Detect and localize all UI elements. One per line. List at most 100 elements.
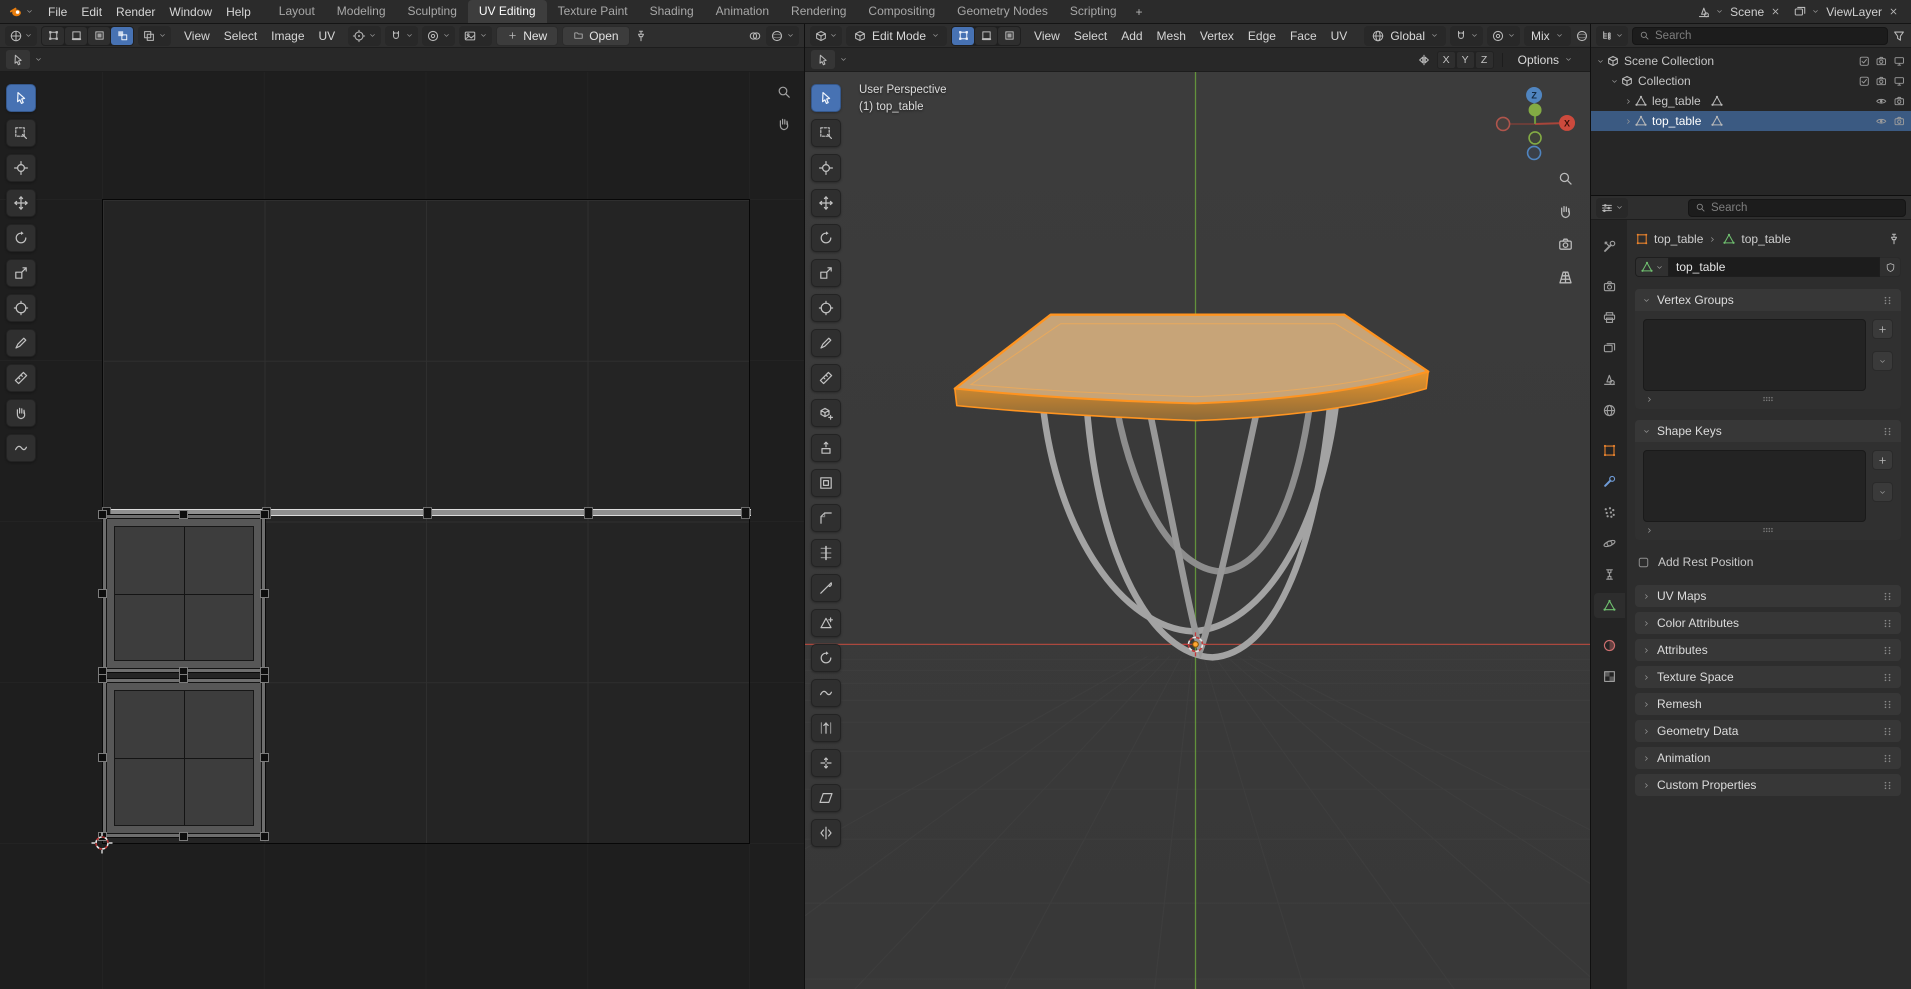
vp-active-tool-button[interactable] <box>811 50 835 69</box>
menu-render[interactable]: Render <box>109 0 162 24</box>
outliner-filter-button[interactable] <box>1892 29 1906 43</box>
menu-help[interactable]: Help <box>219 0 258 24</box>
pan-icon[interactable] <box>776 116 792 132</box>
add-vertex-group-button[interactable] <box>1872 319 1893 339</box>
viewlayer-name[interactable]: ViewLayer <box>1826 5 1882 19</box>
panel-color-attributes-header[interactable]: Color Attributes <box>1635 612 1901 634</box>
list-filter-toggle[interactable] <box>1645 526 1654 535</box>
workspace-tab-compositing[interactable]: Compositing <box>857 0 946 23</box>
drag-grip-icon[interactable] <box>1881 671 1894 684</box>
drag-grip-icon[interactable] <box>1881 590 1894 603</box>
sticky-selection-dropdown[interactable] <box>138 25 171 46</box>
drag-grip-icon[interactable] <box>1881 698 1894 711</box>
disable-render-icon[interactable] <box>1875 75 1888 88</box>
vp-face-select-button[interactable] <box>998 26 1021 45</box>
list-resize-grip[interactable] <box>1761 392 1775 406</box>
falloff-dropdown[interactable]: Mix <box>1524 25 1571 46</box>
panel-geometry-data-header[interactable]: Geometry Data <box>1635 720 1901 742</box>
outliner-row-leg-table[interactable]: leg_table <box>1591 91 1911 111</box>
mode-selector-dropdown[interactable]: Edit Mode <box>846 25 948 46</box>
uv-active-tool-button[interactable] <box>6 50 30 69</box>
vp-menu-mesh[interactable]: Mesh <box>1150 24 1193 47</box>
panel-texture-space-header[interactable]: Texture Space <box>1635 666 1901 688</box>
properties-tab-output[interactable] <box>1594 305 1625 330</box>
list-filter-toggle[interactable] <box>1645 395 1654 404</box>
table-top-selected[interactable] <box>953 313 1430 422</box>
properties-tab-modifiers[interactable] <box>1594 469 1625 494</box>
uv-selected-vertex[interactable] <box>423 507 432 519</box>
drag-grip-icon[interactable] <box>1881 425 1894 438</box>
uv-corner-handle[interactable] <box>179 832 188 841</box>
table-legs[interactable] <box>1039 398 1340 661</box>
gizmo-y-axis[interactable] <box>1528 103 1542 117</box>
uv-corner-handle[interactable] <box>98 588 107 598</box>
uv-corner-handle[interactable] <box>98 674 107 683</box>
show-overlays-button[interactable] <box>748 29 762 43</box>
vp-tool-move[interactable] <box>811 189 841 217</box>
outliner-item-label[interactable]: top_table <box>1652 114 1701 128</box>
vp-menu-add[interactable]: Add <box>1114 24 1149 47</box>
uv-island[interactable] <box>98 674 269 841</box>
proportional-editing-dropdown[interactable] <box>1487 25 1520 46</box>
uv-tool-measure[interactable] <box>6 364 36 392</box>
outliner-row-top-table[interactable]: top_table <box>1591 111 1911 131</box>
vp-vertex-select-button[interactable] <box>952 26 975 45</box>
blender-app-menu-button[interactable] <box>4 5 39 19</box>
properties-tab-tool[interactable] <box>1594 234 1625 259</box>
exclude-checkbox-icon[interactable] <box>1858 55 1871 68</box>
uv-tool-settings-dropdown[interactable] <box>34 55 43 64</box>
snap-dropdown[interactable] <box>1450 25 1483 46</box>
vp-tool-transform[interactable] <box>811 294 841 322</box>
properties-tab-view-layer[interactable] <box>1594 336 1625 361</box>
vp-menu-face[interactable]: Face <box>1283 24 1324 47</box>
workspace-tab-uv-editing[interactable]: UV Editing <box>467 0 547 23</box>
uv-selected-vertex[interactable] <box>741 507 750 519</box>
properties-tab-material[interactable] <box>1594 633 1625 658</box>
browse-image-dropdown[interactable] <box>459 25 493 46</box>
properties-tab-data[interactable] <box>1593 593 1625 618</box>
uv-tool-annotate[interactable] <box>6 329 36 357</box>
add-rest-position-checkbox[interactable] <box>1637 556 1650 569</box>
zoom-icon[interactable] <box>776 84 792 100</box>
vertex-groups-list[interactable] <box>1643 319 1866 391</box>
breadcrumb-data[interactable]: top_table <box>1741 232 1790 246</box>
properties-search-input[interactable]: Search <box>1688 198 1906 217</box>
mirror-y-toggle[interactable]: Y <box>1456 51 1474 68</box>
viewport-editor-type-button[interactable] <box>810 25 842 46</box>
disable-render-icon[interactable] <box>1893 95 1906 108</box>
vp-tool-measure[interactable] <box>811 364 841 392</box>
drag-grip-icon[interactable] <box>1881 617 1894 630</box>
vp-tool-tweak[interactable] <box>811 84 841 112</box>
vp-tool-select-box[interactable] <box>811 119 841 147</box>
chevron-down-icon[interactable] <box>1596 57 1605 66</box>
properties-editor-type-button[interactable] <box>1596 197 1628 218</box>
mirror-z-toggle[interactable]: Z <box>1475 51 1493 68</box>
vp-tool-poly-build[interactable] <box>811 609 841 637</box>
hide-viewport-icon[interactable] <box>1875 95 1888 108</box>
uv-island-select-button[interactable] <box>111 26 133 45</box>
properties-tab-world[interactable] <box>1594 398 1625 423</box>
vp-tool-scale[interactable] <box>811 259 841 287</box>
workspace-tab-scripting[interactable]: Scripting <box>1059 0 1128 23</box>
remove-viewlayer-icon[interactable] <box>1888 6 1899 17</box>
uv-face-select-button[interactable] <box>88 26 110 45</box>
drag-grip-icon[interactable] <box>1881 752 1894 765</box>
uv-menu-select[interactable]: Select <box>217 24 264 47</box>
vp-menu-view[interactable]: View <box>1027 24 1067 47</box>
list-resize-grip[interactable] <box>1761 523 1775 537</box>
panel-uv-maps-header[interactable]: UV Maps <box>1635 585 1901 607</box>
drag-grip-icon[interactable] <box>1881 779 1894 792</box>
uv-menu-image[interactable]: Image <box>264 24 311 47</box>
panel-vertex-groups-header[interactable]: Vertex Groups <box>1635 289 1901 311</box>
unlink-scene-icon[interactable] <box>1770 6 1781 17</box>
vp-tool-smooth[interactable] <box>811 679 841 707</box>
vp-tool-extrude[interactable] <box>811 434 841 462</box>
uv-corner-handle[interactable] <box>179 674 188 683</box>
workspace-tab-shading[interactable]: Shading <box>639 0 705 23</box>
uv-canvas[interactable] <box>0 72 804 989</box>
exclude-checkbox-icon[interactable] <box>1858 75 1871 88</box>
vp-tool-shear[interactable] <box>811 784 841 812</box>
panel-animation-header[interactable]: Animation <box>1635 747 1901 769</box>
uv-menu-view[interactable]: View <box>177 24 217 47</box>
proportional-editing-dropdown[interactable] <box>422 25 456 46</box>
